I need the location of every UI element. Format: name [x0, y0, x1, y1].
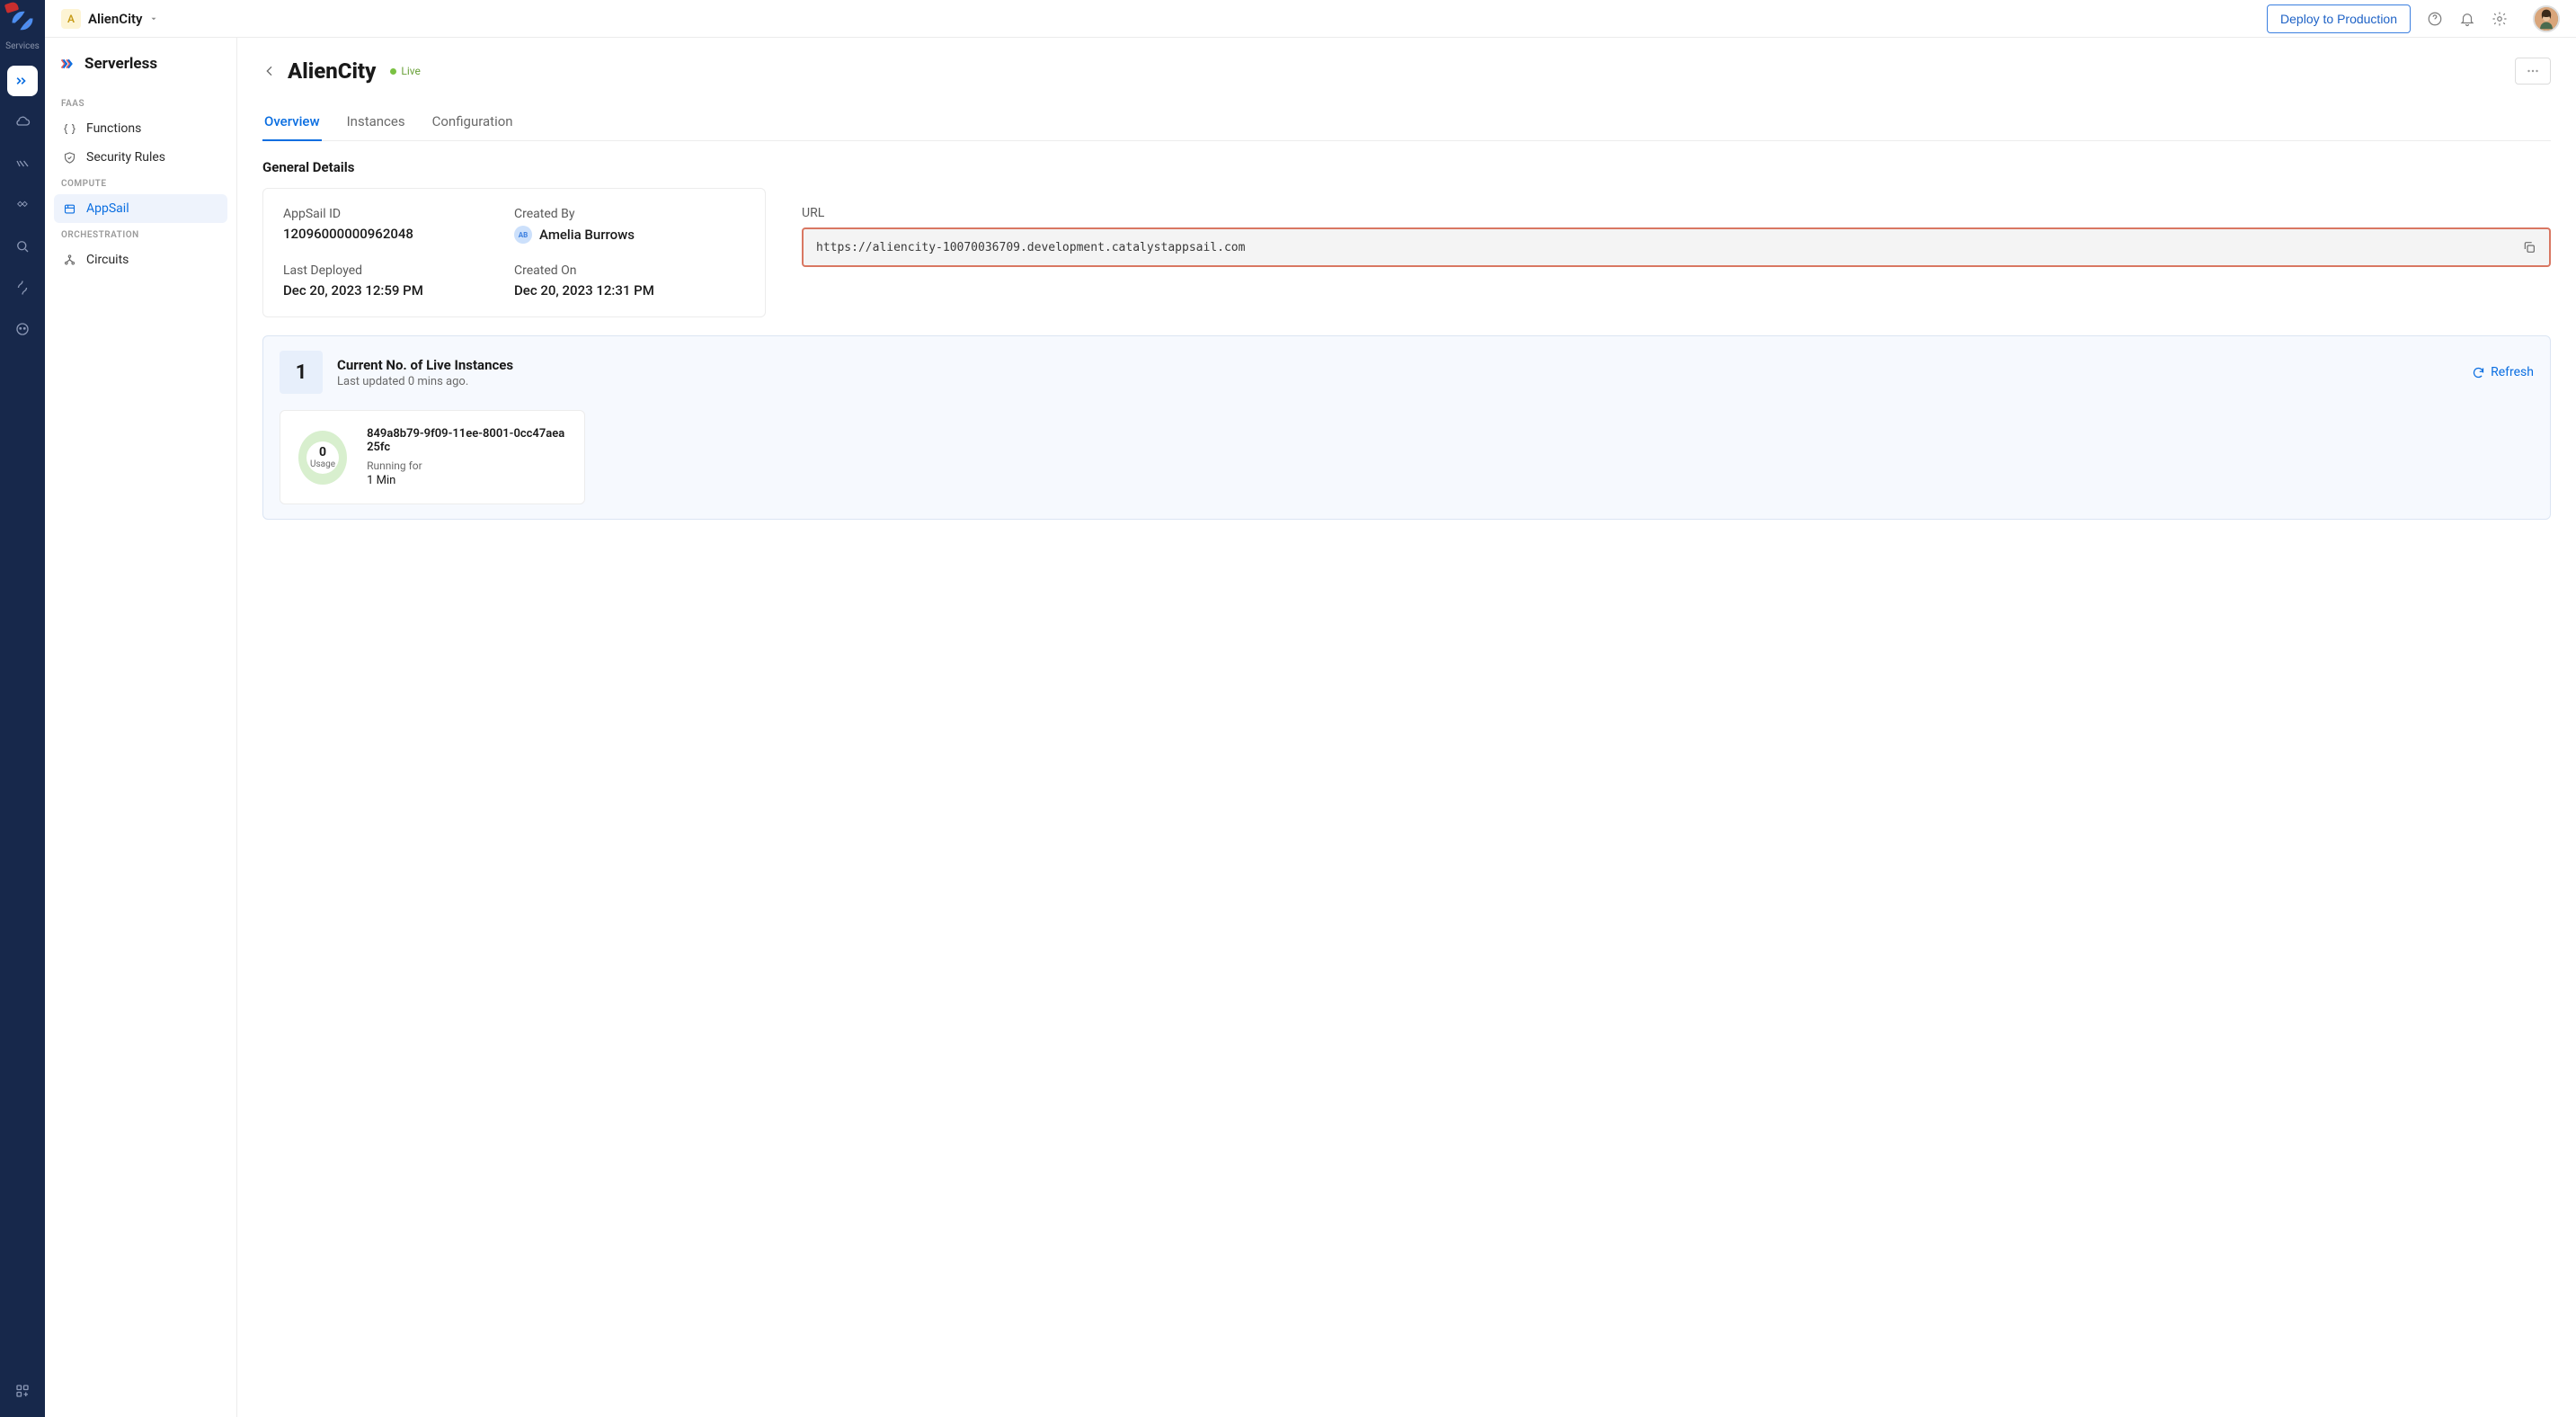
serverless-icon [58, 54, 77, 74]
nav-item-circuits[interactable]: Circuits [54, 245, 227, 274]
nav-section-orchestration: ORCHESTRATION [54, 223, 227, 245]
instance-id: 849a8b79-9f09-11ee-8001-0cc47aea25fc [367, 427, 566, 454]
created-by-avatar: AB [514, 226, 532, 244]
nav-item-functions[interactable]: Functions [54, 114, 227, 143]
status-badge: Live [390, 65, 420, 77]
created-by-label: Created By [514, 207, 745, 221]
running-for-label: Running for [367, 459, 566, 472]
rail-item-integrations[interactable] [7, 272, 38, 303]
help-icon[interactable] [2427, 11, 2443, 27]
back-icon[interactable] [262, 64, 277, 78]
project-name: AlienCity [88, 11, 142, 27]
created-on-value: Dec 20, 2023 12:31 PM [514, 282, 745, 299]
page-title: AlienCity [288, 58, 376, 84]
created-on-label: Created On [514, 263, 745, 278]
instance-count: 1 [280, 351, 323, 394]
instance-item: 0 Usage 849a8b79-9f09-11ee-8001-0cc47aea… [280, 410, 585, 504]
rail-services-label: Services [5, 41, 40, 51]
url-card: URL https://aliencity-10070036709.develo… [802, 188, 2551, 317]
settings-icon[interactable] [2492, 11, 2508, 27]
last-deployed-label: Last Deployed [283, 263, 514, 278]
tab-instances[interactable]: Instances [345, 106, 407, 140]
tab-configuration[interactable]: Configuration [431, 106, 515, 140]
sidebar-title: Serverless [84, 55, 157, 73]
instances-card: 1 Current No. of Live Instances Last upd… [262, 335, 2551, 520]
project-selector[interactable]: A AlienCity [61, 9, 158, 29]
braces-icon [63, 122, 77, 136]
refresh-button[interactable]: Refresh [2472, 365, 2534, 379]
nav-label-appsail: AppSail [86, 201, 129, 216]
nav-item-security-rules[interactable]: Security Rules [54, 143, 227, 172]
nav-item-appsail[interactable]: AppSail [54, 194, 227, 223]
rail-item-tools[interactable] [7, 148, 38, 179]
nav-label-security-rules: Security Rules [86, 150, 165, 165]
shield-icon [63, 151, 77, 165]
refresh-label: Refresh [2491, 365, 2534, 379]
instances-title: Current No. of Live Instances [337, 357, 513, 373]
notifications-icon[interactable] [2459, 11, 2475, 27]
caret-down-icon [149, 14, 158, 23]
running-duration: 1 Min [367, 474, 566, 487]
deploy-to-production-button[interactable]: Deploy to Production [2267, 4, 2411, 33]
app-logo-icon [9, 7, 36, 34]
copy-icon[interactable] [2522, 240, 2536, 254]
last-deployed-value: Dec 20, 2023 12:59 PM [283, 282, 514, 299]
appsail-id-value: 12096000000962048 [283, 226, 514, 242]
general-details-heading: General Details [262, 159, 2551, 175]
nav-section-compute: COMPUTE [54, 172, 227, 194]
created-by-value: Amelia Burrows [539, 227, 635, 243]
rail-item-monitor[interactable] [7, 314, 38, 344]
circuits-icon [63, 254, 77, 267]
rail-apps-icon[interactable] [7, 1376, 38, 1406]
general-details-card: AppSail ID 12096000000962048 Created By … [262, 188, 766, 317]
appsail-icon [63, 202, 77, 216]
instances-subtitle: Last updated 0 mins ago. [337, 375, 513, 388]
user-avatar[interactable] [2533, 5, 2560, 32]
url-value: https://aliencity-10070036709.developmen… [816, 241, 2511, 254]
nav-label-circuits: Circuits [86, 253, 129, 267]
rail-item-cloud[interactable] [7, 107, 38, 138]
nav-label-functions: Functions [86, 121, 141, 136]
status-text: Live [401, 65, 420, 77]
usage-donut: 0 Usage [298, 431, 347, 485]
more-options-button[interactable] [2515, 58, 2551, 85]
tab-overview[interactable]: Overview [262, 106, 322, 140]
status-dot-icon [390, 68, 396, 75]
nav-section-faas: FAAS [54, 92, 227, 114]
project-badge: A [61, 9, 81, 29]
rail-item-search[interactable] [7, 231, 38, 262]
rail-item-serverless[interactable] [7, 66, 38, 96]
url-label: URL [802, 206, 2551, 220]
usage-label: Usage [310, 459, 335, 469]
rail-item-data[interactable] [7, 190, 38, 220]
usage-value: 0 [319, 445, 326, 459]
appsail-id-label: AppSail ID [283, 207, 514, 221]
refresh-icon [2472, 366, 2485, 379]
